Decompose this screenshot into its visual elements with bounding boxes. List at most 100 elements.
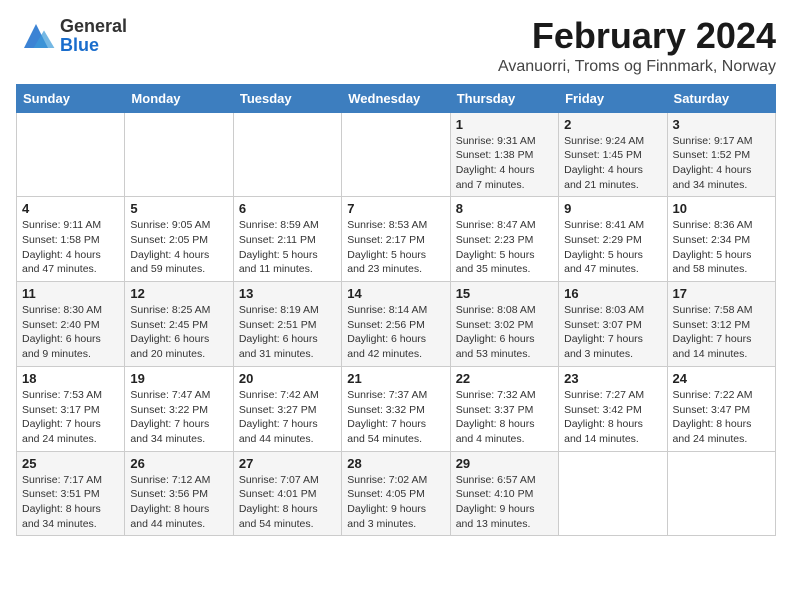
weekday-header-sunday: Sunday (17, 84, 125, 112)
day-info: Sunrise: 8:47 AMSunset: 2:23 PMDaylight:… (456, 218, 553, 277)
calendar-cell: 5 Sunrise: 9:05 AMSunset: 2:05 PMDaylight… (125, 197, 233, 282)
title-area: February 2024 Avanuorri, Troms og Finnma… (498, 16, 776, 76)
day-info: Sunrise: 7:17 AMSunset: 3:51 PMDaylight:… (22, 473, 119, 532)
calendar-cell: 12 Sunrise: 8:25 AMSunset: 2:45 PMDayligh… (125, 282, 233, 367)
day-info: Sunrise: 8:41 AMSunset: 2:29 PMDaylight:… (564, 218, 661, 277)
day-info: Sunrise: 7:58 AMSunset: 3:12 PMDaylight:… (673, 303, 770, 362)
day-info: Sunrise: 7:02 AMSunset: 4:05 PMDaylight:… (347, 473, 444, 532)
day-info: Sunrise: 7:22 AMSunset: 3:47 PMDaylight:… (673, 388, 770, 447)
calendar-cell: 7Sunrise: 8:53 AMSunset: 2:17 PMDaylight… (342, 197, 450, 282)
calendar-cell: 3 Sunrise: 9:17 AMSunset: 1:52 PMDaylight… (667, 112, 775, 197)
calendar-cell: 29 Sunrise: 6:57 AMSunset: 4:10 PMDayligh… (450, 451, 558, 536)
day-number: 23 (564, 371, 661, 386)
header: General Blue February 2024 Avanuorri, Tr… (16, 16, 776, 76)
logo-general: General (60, 17, 127, 36)
day-number: 29 (456, 456, 553, 471)
week-row-3: 18 Sunrise: 7:53 AMSunset: 3:17 PMDayligh… (17, 366, 776, 451)
day-info: Sunrise: 7:53 AMSunset: 3:17 PMDaylight:… (22, 388, 119, 447)
calendar-cell (17, 112, 125, 197)
calendar-cell: 21Sunrise: 7:37 AMSunset: 3:32 PMDayligh… (342, 366, 450, 451)
day-number: 15 (456, 286, 553, 301)
calendar-cell: 1 Sunrise: 9:31 AMSunset: 1:38 PMDaylight… (450, 112, 558, 197)
day-number: 17 (673, 286, 770, 301)
day-number: 16 (564, 286, 661, 301)
calendar-cell: 14 Sunrise: 8:14 AMSunset: 2:56 PMDayligh… (342, 282, 450, 367)
day-number: 8 (456, 201, 553, 216)
calendar-cell: 19Sunrise: 7:47 AMSunset: 3:22 PMDayligh… (125, 366, 233, 451)
day-number: 25 (22, 456, 119, 471)
day-info: Sunrise: 6:57 AMSunset: 4:10 PMDaylight:… (456, 473, 553, 532)
day-number: 1 (456, 117, 553, 132)
logo-icon (16, 16, 56, 56)
calendar-table: SundayMondayTuesdayWednesdayThursdayFrid… (16, 84, 776, 537)
weekday-header-monday: Monday (125, 84, 233, 112)
logo: General Blue (16, 16, 127, 56)
day-number: 10 (673, 201, 770, 216)
day-info: Sunrise: 8:25 AMSunset: 2:45 PMDaylight:… (130, 303, 227, 362)
calendar-cell (559, 451, 667, 536)
day-info: Sunrise: 7:42 AMSunset: 3:27 PMDaylight:… (239, 388, 336, 447)
calendar-cell: 27 Sunrise: 7:07 AMSunset: 4:01 PMDayligh… (233, 451, 341, 536)
calendar-cell (342, 112, 450, 197)
day-info: Sunrise: 9:24 AMSunset: 1:45 PMDaylight:… (564, 134, 661, 193)
day-info: Sunrise: 7:32 AMSunset: 3:37 PMDaylight:… (456, 388, 553, 447)
calendar-cell: 10 Sunrise: 8:36 AMSunset: 2:34 PMDayligh… (667, 197, 775, 282)
calendar-cell: 2 Sunrise: 9:24 AMSunset: 1:45 PMDaylight… (559, 112, 667, 197)
calendar-cell: 4 Sunrise: 9:11 AMSunset: 1:58 PMDaylight… (17, 197, 125, 282)
day-number: 11 (22, 286, 119, 301)
day-info: Sunrise: 9:11 AMSunset: 1:58 PMDaylight:… (22, 218, 119, 277)
calendar-cell (667, 451, 775, 536)
calendar-cell (125, 112, 233, 197)
day-number: 22 (456, 371, 553, 386)
calendar-cell: 18 Sunrise: 7:53 AMSunset: 3:17 PMDayligh… (17, 366, 125, 451)
day-number: 13 (239, 286, 336, 301)
week-row-0: 1 Sunrise: 9:31 AMSunset: 1:38 PMDaylight… (17, 112, 776, 197)
day-number: 28 (347, 456, 444, 471)
day-number: 2 (564, 117, 661, 132)
calendar-cell: 6 Sunrise: 8:59 AMSunset: 2:11 PMDaylight… (233, 197, 341, 282)
day-number: 3 (673, 117, 770, 132)
day-number: 19 (130, 371, 227, 386)
day-number: 24 (673, 371, 770, 386)
calendar-cell (233, 112, 341, 197)
day-info: Sunrise: 8:36 AMSunset: 2:34 PMDaylight:… (673, 218, 770, 277)
day-number: 7 (347, 201, 444, 216)
day-number: 6 (239, 201, 336, 216)
day-info: Sunrise: 7:12 AMSunset: 3:56 PMDaylight:… (130, 473, 227, 532)
day-number: 5 (130, 201, 227, 216)
day-info: Sunrise: 8:30 AMSunset: 2:40 PMDaylight:… (22, 303, 119, 362)
calendar-cell: 15Sunrise: 8:08 AMSunset: 3:02 PMDayligh… (450, 282, 558, 367)
week-row-2: 11 Sunrise: 8:30 AMSunset: 2:40 PMDayligh… (17, 282, 776, 367)
day-info: Sunrise: 9:31 AMSunset: 1:38 PMDaylight:… (456, 134, 553, 193)
calendar-cell: 11 Sunrise: 8:30 AMSunset: 2:40 PMDayligh… (17, 282, 125, 367)
weekday-header-wednesday: Wednesday (342, 84, 450, 112)
calendar-cell: 17 Sunrise: 7:58 AMSunset: 3:12 PMDayligh… (667, 282, 775, 367)
day-info: Sunrise: 8:59 AMSunset: 2:11 PMDaylight:… (239, 218, 336, 277)
day-info: Sunrise: 7:07 AMSunset: 4:01 PMDaylight:… (239, 473, 336, 532)
day-number: 26 (130, 456, 227, 471)
weekday-header-saturday: Saturday (667, 84, 775, 112)
day-number: 18 (22, 371, 119, 386)
day-info: Sunrise: 7:27 AMSunset: 3:42 PMDaylight:… (564, 388, 661, 447)
calendar-cell: 9Sunrise: 8:41 AMSunset: 2:29 PMDaylight… (559, 197, 667, 282)
day-number: 4 (22, 201, 119, 216)
day-number: 12 (130, 286, 227, 301)
day-info: Sunrise: 8:14 AMSunset: 2:56 PMDaylight:… (347, 303, 444, 362)
calendar-cell: 26 Sunrise: 7:12 AMSunset: 3:56 PMDayligh… (125, 451, 233, 536)
main-title: February 2024 (498, 16, 776, 56)
day-number: 20 (239, 371, 336, 386)
weekday-header-friday: Friday (559, 84, 667, 112)
day-number: 14 (347, 286, 444, 301)
calendar-cell: 23 Sunrise: 7:27 AMSunset: 3:42 PMDayligh… (559, 366, 667, 451)
week-row-4: 25 Sunrise: 7:17 AMSunset: 3:51 PMDayligh… (17, 451, 776, 536)
sub-title: Avanuorri, Troms og Finnmark, Norway (498, 58, 776, 76)
calendar-cell: 20 Sunrise: 7:42 AMSunset: 3:27 PMDayligh… (233, 366, 341, 451)
calendar-cell: 25 Sunrise: 7:17 AMSunset: 3:51 PMDayligh… (17, 451, 125, 536)
calendar-cell: 28 Sunrise: 7:02 AMSunset: 4:05 PMDayligh… (342, 451, 450, 536)
weekday-header-tuesday: Tuesday (233, 84, 341, 112)
calendar-cell: 8 Sunrise: 8:47 AMSunset: 2:23 PMDaylight… (450, 197, 558, 282)
day-number: 27 (239, 456, 336, 471)
day-info: Sunrise: 9:05 AMSunset: 2:05 PMDaylight:… (130, 218, 227, 277)
day-info: Sunrise: 9:17 AMSunset: 1:52 PMDaylight:… (673, 134, 770, 193)
calendar-cell: 16Sunrise: 8:03 AMSunset: 3:07 PMDayligh… (559, 282, 667, 367)
